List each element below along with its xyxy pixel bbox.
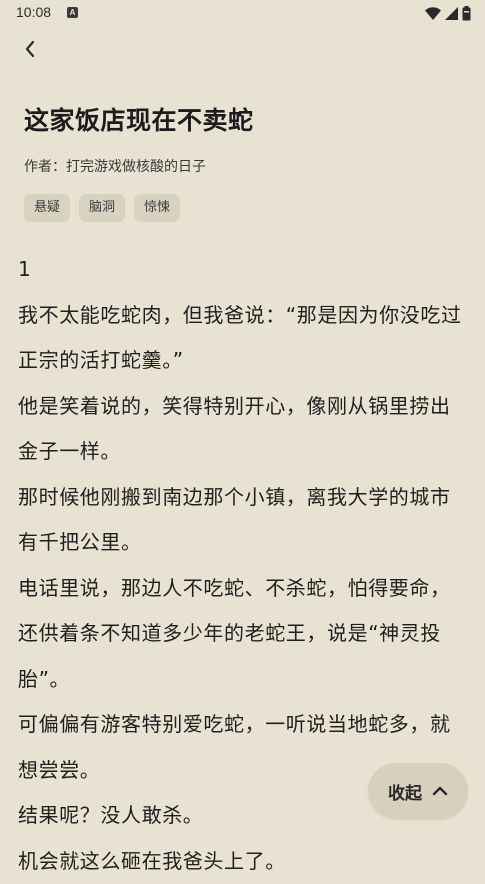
back-button[interactable] (14, 33, 46, 65)
story-title: 这家饭店现在不卖蛇 (24, 101, 254, 137)
tag-list: 悬疑 脑洞 惊悚 (24, 194, 180, 222)
chapter-number: 1 (18, 247, 463, 293)
status-time: 10:08 (16, 4, 51, 20)
wifi-icon (425, 7, 441, 20)
status-bar: 10:08 A (0, 0, 485, 26)
tag-thriller[interactable]: 惊悚 (134, 194, 180, 222)
paragraph: 我不太能吃蛇肉，但我爸说：“那是因为你没吃过正宗的活打蛇羹。” (18, 293, 463, 384)
paragraph: 他是笑着说的，笑得特别开心，像刚从锅里捞出金子一样。 (18, 384, 463, 475)
paragraph: 机会就这么砸在我爸头上了。 (18, 839, 463, 884)
chevron-left-icon (24, 40, 36, 58)
notification-icon: A (67, 7, 78, 18)
tag-suspense[interactable]: 悬疑 (24, 194, 70, 222)
battery-icon (462, 6, 471, 21)
collapse-button[interactable]: 收起 (368, 763, 468, 819)
signal-icon (445, 7, 458, 20)
paragraph: 电话里说，那边人不吃蛇、不杀蛇，怕得要命，还供着条不知道多少年的老蛇王，说是“神… (18, 566, 463, 703)
paragraph: 那时候他刚搬到南边那个小镇，离我大学的城市有千把公里。 (18, 475, 463, 566)
tag-brainstorm[interactable]: 脑洞 (79, 194, 125, 222)
story-author: 作者：打完游戏做核酸的日子 (24, 156, 206, 176)
collapse-label: 收起 (388, 779, 422, 804)
chevron-up-icon (432, 786, 448, 796)
status-icons (425, 5, 471, 21)
